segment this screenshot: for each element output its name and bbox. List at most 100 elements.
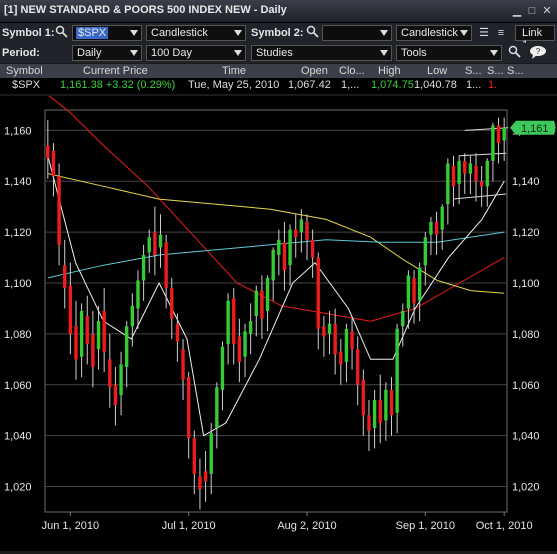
col-s3: S...: [507, 65, 524, 77]
candle-body: [440, 206, 444, 230]
candle-body: [158, 234, 163, 248]
candle-body: [401, 311, 405, 327]
candle-body: [457, 160, 461, 184]
y-tick-label-right: 1,040: [512, 431, 540, 443]
tools-select[interactable]: Tools: [396, 45, 502, 61]
candle-body: [378, 400, 382, 423]
candle-body: [63, 265, 67, 289]
candle-body: [147, 237, 151, 253]
candle-body: [485, 160, 489, 187]
range-select[interactable]: 100 Day: [146, 45, 246, 61]
y-tick-label-right: 1,140: [512, 176, 540, 188]
window-title: [1] NEW STANDARD & POORS 500 INDEX NEW -…: [4, 4, 287, 16]
list-icon[interactable]: ≡: [493, 25, 509, 41]
candle-body: [277, 239, 281, 256]
col-high: High: [378, 65, 401, 77]
candle-body: [85, 316, 89, 345]
symbol2-search-icon[interactable]: [304, 25, 320, 41]
y-tick-label-right: 1,020: [512, 482, 540, 494]
candle-body: [496, 125, 501, 144]
candle-body: [51, 150, 56, 177]
candle-body: [502, 127, 506, 141]
candle-body: [361, 379, 366, 416]
candle-body: [237, 336, 242, 362]
col-open: Open: [301, 65, 328, 77]
chart-type2-select[interactable]: Candlestick: [396, 25, 472, 41]
chart-type1-select[interactable]: Candlestick: [146, 25, 246, 41]
candle-body: [479, 181, 484, 187]
candle-body: [333, 323, 337, 355]
chart-menu-icon[interactable]: ☰: [476, 25, 492, 41]
candle-body: [254, 290, 258, 317]
candle-body: [119, 364, 123, 395]
candle-body: [141, 255, 146, 281]
candle-body: [271, 249, 275, 281]
chevron-down-icon: [234, 50, 242, 56]
candle-body: [260, 290, 264, 319]
candle-body: [153, 232, 157, 256]
candle-body: [282, 242, 287, 271]
chart-area[interactable]: 1,020 1,020 1,040 1,040 1,060 1,060 1,080 1,080…: [0, 94, 557, 551]
candle-body: [423, 237, 427, 266]
candle-body: [372, 400, 377, 429]
last-price-label: 1,161: [521, 123, 549, 135]
y-tick-label-left: 1,060: [4, 380, 32, 392]
price-chart[interactable]: 1,020 1,020 1,040 1,040 1,060 1,060 1,080 1,080…: [0, 94, 557, 551]
candle-body: [68, 285, 73, 334]
candle-body: [91, 333, 95, 367]
quote-low: 1,040.78: [414, 79, 457, 91]
candle-body: [248, 321, 253, 334]
candle-body: [136, 280, 140, 309]
candle-body: [96, 321, 101, 350]
candle-body: [384, 389, 388, 421]
quote-row[interactable]: $SPX 1,161.38 +3.32 (0.29%) Tue, May 25,…: [0, 78, 557, 94]
zoom-icon[interactable]: [506, 45, 522, 61]
candle-body: [181, 349, 185, 380]
quote-header-row: Symbol Current Price Time Open Clo... Hi…: [0, 64, 557, 79]
candle-body: [434, 221, 439, 235]
svg-text:?: ?: [536, 47, 541, 56]
period-value: Daily: [77, 47, 102, 59]
candle-body: [491, 125, 495, 161]
quote-time: Tue, May 25, 2010: [188, 79, 280, 91]
candle-body: [395, 328, 399, 413]
col-time: Time: [222, 65, 247, 77]
candle-body: [164, 242, 168, 289]
minimize-icon[interactable]: ▁: [511, 5, 523, 17]
symbol2-chevron-down-icon[interactable]: [380, 30, 388, 36]
symbol1-chevron-down-icon[interactable]: [130, 30, 138, 36]
y-tick-label-left: 1,020: [4, 482, 32, 494]
symbol1-search-icon[interactable]: [53, 25, 69, 41]
period-select[interactable]: Daily: [72, 45, 142, 61]
link-button[interactable]: Link 1: [515, 25, 555, 51]
y-tick-label-left: 1,120: [4, 227, 32, 239]
symbol2-input[interactable]: [322, 25, 392, 41]
col-symbol: Symbol: [6, 65, 43, 77]
candle-body: [108, 359, 112, 388]
quote-s1: 1...: [466, 79, 482, 91]
candle-body: [299, 219, 304, 233]
x-tick-label: Jul 1, 2010: [162, 520, 216, 532]
period-label: Period:: [2, 47, 40, 59]
candle-body: [170, 288, 174, 319]
candle-body: [130, 305, 135, 327]
candle-body: [356, 349, 360, 385]
chevron-down-icon: [380, 50, 388, 56]
candle-body: [226, 300, 230, 345]
candle-body: [294, 229, 298, 238]
candle-body: [412, 277, 416, 304]
chart-type1-value: Candlestick: [151, 27, 208, 39]
y-tick-label-right: 1,060: [512, 380, 540, 392]
close-icon[interactable]: ✕: [541, 5, 553, 17]
maximize-icon[interactable]: □: [526, 5, 538, 17]
quote-open: 1,067.42: [288, 79, 331, 91]
studies-select[interactable]: Studies: [251, 45, 392, 61]
candle-body: [209, 433, 213, 474]
chat-icon[interactable]: ?: [527, 45, 553, 61]
studies-value: Studies: [256, 47, 293, 59]
x-tick-label: Aug 2, 2010: [277, 520, 336, 532]
candle-body: [417, 267, 422, 301]
symbol1-input[interactable]: $SPX: [72, 25, 142, 41]
col-low: Low: [427, 65, 448, 77]
candle-body: [474, 165, 478, 182]
